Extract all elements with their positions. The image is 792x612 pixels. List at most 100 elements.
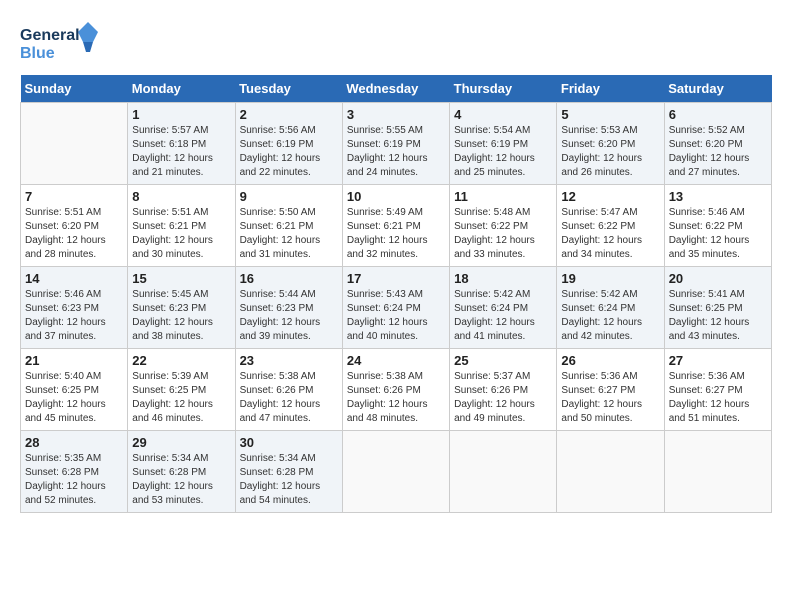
- header-cell-tuesday: Tuesday: [235, 75, 342, 103]
- day-number: 22: [132, 353, 230, 368]
- day-info: Sunrise: 5:55 AM Sunset: 6:19 PM Dayligh…: [347, 124, 445, 180]
- day-cell: 3 Sunrise: 5:55 AM Sunset: 6:19 PM Daylig…: [342, 103, 449, 185]
- day-info: Sunrise: 5:37 AM Sunset: 6:26 PM Dayligh…: [454, 370, 552, 426]
- day-info: Sunrise: 5:40 AM Sunset: 6:25 PM Dayligh…: [25, 370, 123, 426]
- day-number: 2: [240, 107, 338, 122]
- day-number: 3: [347, 107, 445, 122]
- day-cell: 10 Sunrise: 5:49 AM Sunset: 6:21 PM Dayli…: [342, 185, 449, 267]
- day-cell: [342, 431, 449, 513]
- day-number: 10: [347, 189, 445, 204]
- header-cell-sunday: Sunday: [21, 75, 128, 103]
- day-cell: [21, 103, 128, 185]
- day-info: Sunrise: 5:41 AM Sunset: 6:25 PM Dayligh…: [669, 288, 767, 344]
- header-cell-thursday: Thursday: [450, 75, 557, 103]
- day-cell: 7 Sunrise: 5:51 AM Sunset: 6:20 PM Daylig…: [21, 185, 128, 267]
- day-info: Sunrise: 5:34 AM Sunset: 6:28 PM Dayligh…: [132, 452, 230, 508]
- day-cell: 29 Sunrise: 5:34 AM Sunset: 6:28 PM Dayli…: [128, 431, 235, 513]
- day-info: Sunrise: 5:43 AM Sunset: 6:24 PM Dayligh…: [347, 288, 445, 344]
- day-number: 13: [669, 189, 767, 204]
- day-info: Sunrise: 5:38 AM Sunset: 6:26 PM Dayligh…: [240, 370, 338, 426]
- day-cell: 21 Sunrise: 5:40 AM Sunset: 6:25 PM Dayli…: [21, 349, 128, 431]
- day-number: 21: [25, 353, 123, 368]
- day-number: 30: [240, 435, 338, 450]
- day-number: 27: [669, 353, 767, 368]
- day-cell: 20 Sunrise: 5:41 AM Sunset: 6:25 PM Dayli…: [664, 267, 771, 349]
- day-info: Sunrise: 5:36 AM Sunset: 6:27 PM Dayligh…: [561, 370, 659, 426]
- header-row: SundayMondayTuesdayWednesdayThursdayFrid…: [21, 75, 772, 103]
- header-cell-friday: Friday: [557, 75, 664, 103]
- day-cell: 12 Sunrise: 5:47 AM Sunset: 6:22 PM Dayli…: [557, 185, 664, 267]
- day-number: 23: [240, 353, 338, 368]
- day-number: 1: [132, 107, 230, 122]
- day-info: Sunrise: 5:49 AM Sunset: 6:21 PM Dayligh…: [347, 206, 445, 262]
- day-number: 29: [132, 435, 230, 450]
- day-number: 15: [132, 271, 230, 286]
- day-number: 9: [240, 189, 338, 204]
- day-info: Sunrise: 5:35 AM Sunset: 6:28 PM Dayligh…: [25, 452, 123, 508]
- day-info: Sunrise: 5:46 AM Sunset: 6:22 PM Dayligh…: [669, 206, 767, 262]
- day-number: 4: [454, 107, 552, 122]
- day-info: Sunrise: 5:54 AM Sunset: 6:19 PM Dayligh…: [454, 124, 552, 180]
- day-info: Sunrise: 5:46 AM Sunset: 6:23 PM Dayligh…: [25, 288, 123, 344]
- day-cell: 22 Sunrise: 5:39 AM Sunset: 6:25 PM Dayli…: [128, 349, 235, 431]
- day-cell: 17 Sunrise: 5:43 AM Sunset: 6:24 PM Dayli…: [342, 267, 449, 349]
- day-info: Sunrise: 5:57 AM Sunset: 6:18 PM Dayligh…: [132, 124, 230, 180]
- day-number: 7: [25, 189, 123, 204]
- day-cell: 5 Sunrise: 5:53 AM Sunset: 6:20 PM Daylig…: [557, 103, 664, 185]
- day-cell: 9 Sunrise: 5:50 AM Sunset: 6:21 PM Daylig…: [235, 185, 342, 267]
- header-cell-wednesday: Wednesday: [342, 75, 449, 103]
- day-cell: 15 Sunrise: 5:45 AM Sunset: 6:23 PM Dayli…: [128, 267, 235, 349]
- day-info: Sunrise: 5:48 AM Sunset: 6:22 PM Dayligh…: [454, 206, 552, 262]
- day-cell: 18Sunrise: 5:42 AM Sunset: 6:24 PM Dayli…: [450, 267, 557, 349]
- day-cell: 2Sunrise: 5:56 AM Sunset: 6:19 PM Daylig…: [235, 103, 342, 185]
- day-cell: 27Sunrise: 5:36 AM Sunset: 6:27 PM Dayli…: [664, 349, 771, 431]
- day-number: 5: [561, 107, 659, 122]
- week-row-5: 28Sunrise: 5:35 AM Sunset: 6:28 PM Dayli…: [21, 431, 772, 513]
- day-number: 25: [454, 353, 552, 368]
- day-number: 11: [454, 189, 552, 204]
- day-info: Sunrise: 5:44 AM Sunset: 6:23 PM Dayligh…: [240, 288, 338, 344]
- day-cell: 26 Sunrise: 5:36 AM Sunset: 6:27 PM Dayli…: [557, 349, 664, 431]
- day-number: 24: [347, 353, 445, 368]
- day-cell: [664, 431, 771, 513]
- svg-text:Blue: Blue: [20, 45, 55, 62]
- day-cell: 23 Sunrise: 5:38 AM Sunset: 6:26 PM Dayli…: [235, 349, 342, 431]
- day-info: Sunrise: 5:52 AM Sunset: 6:20 PM Dayligh…: [669, 124, 767, 180]
- day-info: Sunrise: 5:51 AM Sunset: 6:20 PM Dayligh…: [25, 206, 123, 262]
- day-cell: 11 Sunrise: 5:48 AM Sunset: 6:22 PM Dayli…: [450, 185, 557, 267]
- day-info: Sunrise: 5:51 AM Sunset: 6:21 PM Dayligh…: [132, 206, 230, 262]
- day-info: Sunrise: 5:53 AM Sunset: 6:20 PM Dayligh…: [561, 124, 659, 180]
- logo: General Blue: [20, 20, 100, 65]
- day-info: Sunrise: 5:42 AM Sunset: 6:24 PM Dayligh…: [561, 288, 659, 344]
- day-cell: 16Sunrise: 5:44 AM Sunset: 6:23 PM Dayli…: [235, 267, 342, 349]
- day-number: 12: [561, 189, 659, 204]
- day-info: Sunrise: 5:47 AM Sunset: 6:22 PM Dayligh…: [561, 206, 659, 262]
- week-row-3: 14 Sunrise: 5:46 AM Sunset: 6:23 PM Dayli…: [21, 267, 772, 349]
- day-number: 19: [561, 271, 659, 286]
- day-cell: 14 Sunrise: 5:46 AM Sunset: 6:23 PM Dayli…: [21, 267, 128, 349]
- day-number: 14: [25, 271, 123, 286]
- day-info: Sunrise: 5:34 AM Sunset: 6:28 PM Dayligh…: [240, 452, 338, 508]
- day-number: 8: [132, 189, 230, 204]
- day-info: Sunrise: 5:39 AM Sunset: 6:25 PM Dayligh…: [132, 370, 230, 426]
- header-cell-saturday: Saturday: [664, 75, 771, 103]
- day-number: 26: [561, 353, 659, 368]
- day-number: 18: [454, 271, 552, 286]
- day-cell: 8 Sunrise: 5:51 AM Sunset: 6:21 PM Daylig…: [128, 185, 235, 267]
- day-number: 20: [669, 271, 767, 286]
- day-cell: 28Sunrise: 5:35 AM Sunset: 6:28 PM Dayli…: [21, 431, 128, 513]
- day-number: 17: [347, 271, 445, 286]
- day-info: Sunrise: 5:50 AM Sunset: 6:21 PM Dayligh…: [240, 206, 338, 262]
- week-row-2: 7 Sunrise: 5:51 AM Sunset: 6:20 PM Daylig…: [21, 185, 772, 267]
- day-cell: 24 Sunrise: 5:38 AM Sunset: 6:26 PM Dayli…: [342, 349, 449, 431]
- day-number: 6: [669, 107, 767, 122]
- week-row-1: 1 Sunrise: 5:57 AM Sunset: 6:18 PM Daylig…: [21, 103, 772, 185]
- svg-text:General: General: [20, 27, 80, 44]
- day-cell: [450, 431, 557, 513]
- day-cell: [557, 431, 664, 513]
- day-info: Sunrise: 5:38 AM Sunset: 6:26 PM Dayligh…: [347, 370, 445, 426]
- day-cell: 4 Sunrise: 5:54 AM Sunset: 6:19 PM Daylig…: [450, 103, 557, 185]
- day-cell: 25 Sunrise: 5:37 AM Sunset: 6:26 PM Dayli…: [450, 349, 557, 431]
- day-info: Sunrise: 5:45 AM Sunset: 6:23 PM Dayligh…: [132, 288, 230, 344]
- day-cell: 30 Sunrise: 5:34 AM Sunset: 6:28 PM Dayli…: [235, 431, 342, 513]
